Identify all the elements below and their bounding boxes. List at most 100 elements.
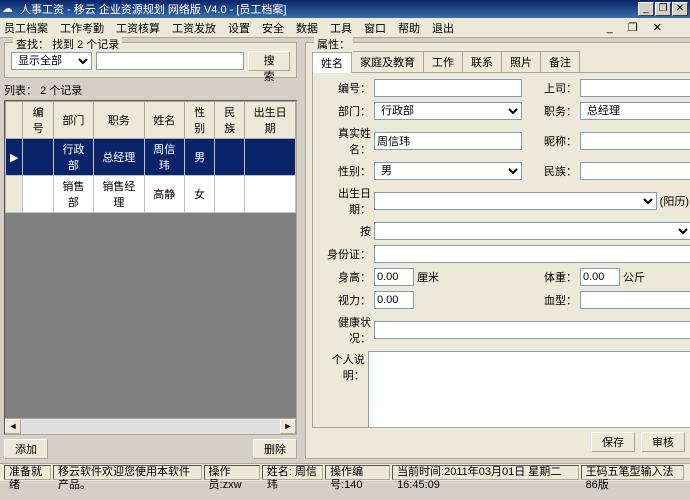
lbl-ethnic: 民族： [525,163,577,179]
col-name[interactable]: 姓名 [144,102,184,139]
fld-job[interactable]: 总经理 [580,102,690,120]
fld-weight[interactable] [580,268,620,286]
search-mode-select[interactable]: 显示全部 [11,52,92,70]
menu-exit[interactable]: 退出 [432,20,454,36]
menu-tools[interactable]: 工具 [330,20,352,36]
menu-security[interactable]: 安全 [262,20,284,36]
lbl-health: 健康状况： [319,314,371,346]
app-icon: ☁ [2,2,16,16]
status-ready: 准备就绪 [4,465,51,480]
fld-sex[interactable]: 男 [374,162,522,180]
list-label: 列表： [4,85,37,97]
lbl-job: 职务： [525,103,577,119]
properties-group: 属性： 姓名 家庭及教育 工作 联系 照片 备注 编号： 上司： 部门：行政部 … [305,42,690,459]
tab-strip: 姓名 家庭及教育 工作 联系 照片 备注 [312,51,690,73]
col-sex[interactable]: 性别 [184,102,214,139]
fld-eyesight[interactable] [374,291,414,309]
lbl-weight: 体重： [525,269,577,285]
grid-corner [6,102,23,139]
lbl-boss: 上司： [525,80,577,96]
scroll-right-icon[interactable]: ► [280,419,296,434]
window-title: 人事工资 - 移云 企业资源规划 网络版 V4.0 - [员工档案] [20,1,638,17]
fld-health[interactable] [374,321,690,339]
menu-window[interactable]: 窗口 [364,20,386,36]
fld-realname[interactable] [374,132,522,150]
fld-boss[interactable] [580,79,690,97]
tab-family[interactable]: 家庭及教育 [351,51,424,72]
tab-contact[interactable]: 联系 [462,51,502,72]
search-group: 查找： 找到 2 个记录 显示全部 搜索 [4,42,297,78]
fld-birth[interactable] [374,192,657,210]
mdi-restore-button[interactable]: ❐ [628,21,638,34]
col-job[interactable]: 职务 [94,102,145,139]
search-button[interactable]: 搜索 [248,51,290,71]
lbl-realname: 真实姓名： [319,125,371,157]
menu-help[interactable]: 帮助 [398,20,420,36]
close-window-button[interactable]: ✕ [672,2,688,16]
menu-salary-pay[interactable]: 工资发放 [172,20,216,36]
mdi-close-button[interactable]: ✕ [653,21,662,34]
tab-work[interactable]: 工作 [423,51,463,72]
lbl-id: 编号： [319,80,371,96]
menu-attendance[interactable]: 工作考勤 [60,20,104,36]
fld-birthday-by[interactable] [374,222,690,240]
menu-employee[interactable]: 员工档案 [4,20,48,36]
status-operator: 操作员:zxw [204,465,260,480]
birth-note: (阳历) [660,193,689,209]
lbl-nick: 昵称： [525,133,577,149]
search-count: 找到 2 个记录 [52,39,119,51]
lbl-idcard: 身份证： [319,246,371,262]
col-id[interactable]: 编号 [23,102,53,139]
form-panel: 编号： 上司： 部门：行政部 职务：总经理 真实姓名： 昵称： 性别：男 民族：… [312,73,690,428]
title-bar: ☁ 人事工资 - 移云 企业资源规划 网络版 V4.0 - [员工档案] _ ❐… [0,0,690,18]
menu-bar: 员工档案 工作考勤 工资核算 工资发放 设置 安全 数据 工具 窗口 帮助 退出… [0,18,690,38]
fld-blood[interactable] [580,291,690,309]
col-ethnic[interactable]: 民族 [215,102,245,139]
status-name: 姓名: 周信玮 [262,465,323,480]
fld-nick[interactable] [580,132,690,150]
search-label: 查找： [16,39,49,51]
properties-label: 属性： [314,36,353,52]
restore-button[interactable]: ❐ [655,2,671,16]
fld-id[interactable] [374,79,522,97]
status-opnum: 操作编号:140 [325,465,390,480]
search-input[interactable] [96,52,244,70]
add-button[interactable]: 添加 [4,439,48,459]
minimize-button[interactable]: _ [638,2,654,16]
lbl-by: 按 [319,223,371,239]
status-time: 当前时间:2011年03月01日 星期二 16:45:09 [392,465,579,480]
lbl-eyesight: 视力： [319,292,371,308]
status-bar: 准备就绪 移云软件欢迎您使用本软件产品。 操作员:zxw 姓名: 周信玮 操作编… [0,463,690,481]
col-birth[interactable]: 出生日期 [245,102,296,139]
menu-settings[interactable]: 设置 [228,20,250,36]
save-button[interactable]: 保存 [591,432,635,452]
fld-dept[interactable]: 行政部 [374,102,522,120]
menu-salary-calc[interactable]: 工资核算 [116,20,160,36]
fld-desc[interactable] [368,351,690,428]
review-button[interactable]: 审核 [641,432,685,452]
tab-remark[interactable]: 备注 [540,51,580,72]
status-ime: 王码五笔型输入法86版 [581,465,684,480]
unit-cm: 厘米 [417,269,439,285]
mdi-min-button[interactable]: _ [607,22,613,34]
table-row[interactable]: 销售部销售经理高静女 [6,176,296,213]
lbl-dept: 部门： [319,103,371,119]
scroll-left-icon[interactable]: ◄ [5,419,21,434]
delete-button[interactable]: 删除 [253,439,297,459]
lbl-height: 身高： [319,269,371,285]
tab-name[interactable]: 姓名 [312,52,352,73]
tab-photo[interactable]: 照片 [501,51,541,72]
table-row[interactable]: ▶行政部总经理周信玮男 [6,139,296,176]
fld-ethnic[interactable] [580,162,690,180]
unit-kg: 公斤 [623,269,645,285]
lbl-sex: 性别： [319,163,371,179]
fld-height[interactable] [374,268,414,286]
col-dept[interactable]: 部门 [53,102,93,139]
employee-grid[interactable]: 编号 部门 职务 姓名 性别 民族 出生日期 ▶行政部总经理周信玮男销售部销售经… [4,100,297,435]
lbl-blood: 血型： [525,292,577,308]
grid-hscroll[interactable]: ◄► [5,418,296,434]
menu-data[interactable]: 数据 [296,20,318,36]
status-welcome: 移云软件欢迎您使用本软件产品。 [53,465,202,480]
lbl-birth: 出生日期： [319,185,371,217]
fld-idcard[interactable] [374,245,690,263]
